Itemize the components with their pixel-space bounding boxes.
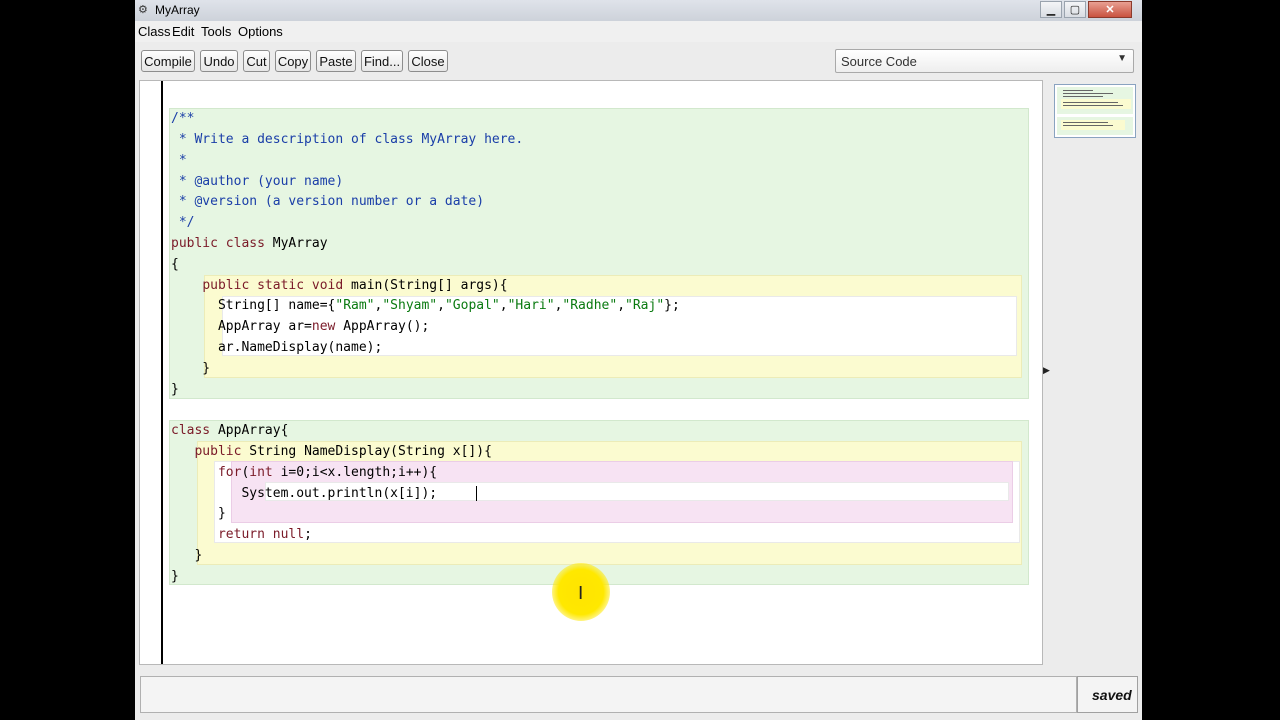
title-bar[interactable]: ⚙ MyArray ▁ ▢ ✕ <box>135 0 1142 21</box>
code-line-16: public String NameDisplay(String x[]){ <box>194 444 492 459</box>
paste-button[interactable]: Paste <box>316 50 356 72</box>
code-line-10: String[] name={"Ram","Shyam","Gopal","Ha… <box>171 298 680 313</box>
status-bar: saved <box>135 666 1142 720</box>
source-code-editor[interactable]: /** * Write a description of class MyArr… <box>139 80 1043 665</box>
code-line-22: } <box>171 569 179 584</box>
minimize-button[interactable]: ▁ <box>1040 1 1062 18</box>
chevron-down-icon: ▼ <box>1117 53 1127 64</box>
code-line-20: return null; <box>217 527 312 542</box>
code-line-2: * Write a description of class MyArray h… <box>171 132 524 147</box>
bluej-editor-window: ⚙ MyArray ▁ ▢ ✕ Class Edit Tools Options… <box>135 0 1142 720</box>
status-message-field <box>140 676 1077 713</box>
menu-class[interactable]: Class <box>138 24 171 39</box>
code-line-12: ar.NameDisplay(name); <box>171 340 383 355</box>
code-line-5: * @version (a version number or a date) <box>171 194 485 209</box>
toolbar: Compile Undo Cut Copy Paste Find... Clos… <box>135 42 1142 78</box>
menu-edit[interactable]: Edit <box>172 24 194 39</box>
cut-button[interactable]: Cut <box>243 50 270 72</box>
code-line-18: System.out.println(x[i]); <box>171 486 438 501</box>
code-line-4: * @author (your name) <box>171 174 344 189</box>
find-button[interactable]: Find... <box>361 50 403 72</box>
close-button[interactable]: Close <box>408 50 448 72</box>
copy-button[interactable]: Copy <box>275 50 311 72</box>
view-selector-dropdown[interactable]: Source Code ▼ <box>835 49 1134 73</box>
code-line-1: /** <box>171 111 195 126</box>
code-line-19: } <box>171 506 226 521</box>
code-line-7: public class MyArray <box>171 236 328 251</box>
menu-options[interactable]: Options <box>238 24 283 39</box>
maximize-button[interactable]: ▢ <box>1064 1 1086 18</box>
code-line-3: * <box>171 153 187 168</box>
code-line-21: } <box>171 548 203 563</box>
menu-tools[interactable]: Tools <box>201 24 231 39</box>
code-line-13: } <box>171 361 211 376</box>
save-status-box: saved <box>1077 676 1138 713</box>
ibeam-cursor-icon: I <box>578 583 584 604</box>
navigation-pane <box>1043 80 1142 665</box>
code-line-9: public static void main(String[] args){ <box>202 278 508 293</box>
view-selector-value: Source Code <box>841 54 917 69</box>
close-window-button[interactable]: ✕ <box>1088 1 1132 18</box>
code-line-6: */ <box>171 215 195 230</box>
menu-bar: Class Edit Tools Options <box>135 21 1142 42</box>
window-title: MyArray <box>155 3 200 17</box>
code-line-8: { <box>171 257 179 272</box>
navigation-view-thumbnail[interactable] <box>1054 84 1136 138</box>
code-line-11: AppArray ar=new AppArray(); <box>171 319 430 334</box>
code-line-17: for(int i=0;i<x.length;i++){ <box>217 465 438 480</box>
chevron-right-icon[interactable]: ▶ <box>1043 365 1050 376</box>
bluej-app-icon: ⚙ <box>138 4 148 16</box>
code-line-15: class AppArray{ <box>171 423 289 438</box>
text-caret <box>476 486 477 501</box>
code-line-14: } <box>171 382 179 397</box>
undo-button[interactable]: Undo <box>200 50 238 72</box>
gutter-divider <box>161 81 163 664</box>
saved-label: saved <box>1092 687 1132 703</box>
compile-button[interactable]: Compile <box>141 50 195 72</box>
